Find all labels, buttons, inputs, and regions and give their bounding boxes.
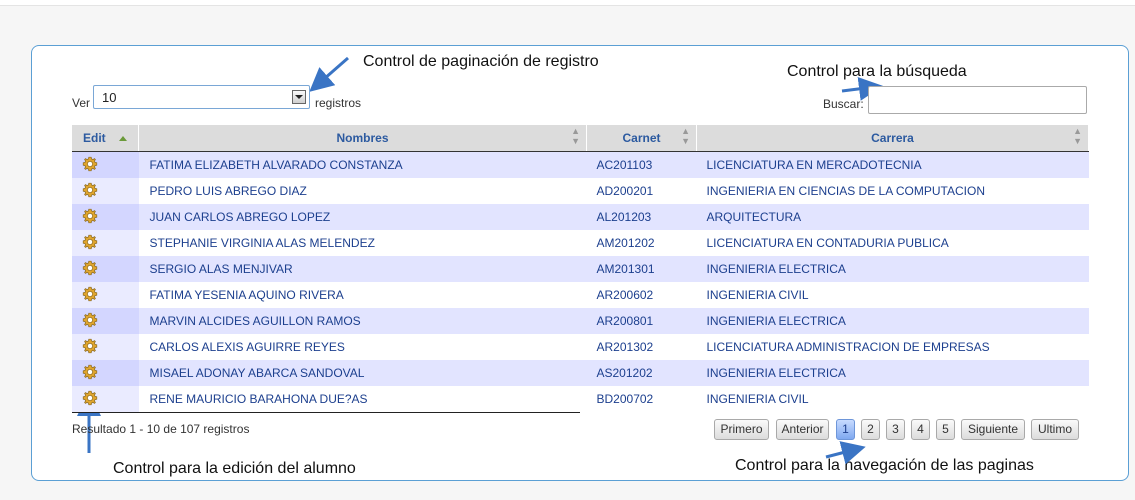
table-row: PEDRO LUIS ABREGO DIAZ AD200201 INGENIERIA… xyxy=(72,178,1089,204)
search-label: Buscar: xyxy=(823,97,864,111)
gear-icon[interactable] xyxy=(81,285,99,306)
cell-carrera: INGENIERIA CIVIL xyxy=(696,282,1089,308)
cell-nombre: STEPHANIE VIRGINIA ALAS MELENDEZ xyxy=(138,230,587,256)
table-row: FATIMA YESENIA AQUINO RIVERA AR200602 INGE… xyxy=(72,282,1089,308)
table-bottom-border xyxy=(72,412,580,413)
cell-carrera: INGENIERIA ELECTRICA xyxy=(696,308,1089,334)
pagination-page-button[interactable]: 4 xyxy=(911,419,930,440)
chevron-down-icon[interactable] xyxy=(292,90,306,104)
column-header-nombres-label: Nombres xyxy=(336,131,389,145)
pagination-first-button[interactable]: Primero xyxy=(714,419,769,440)
column-header-carnet[interactable]: Carnet ▲ ▼ xyxy=(586,125,697,152)
table-row: RENE MAURICIO BARAHONA DUE?AS BD200702 ING… xyxy=(72,386,1089,412)
students-table: Edit Nombres ▲ ▼ Carnet ▲ ▼ Carrera ▲ ▼ FAT… xyxy=(72,125,1089,412)
edit-cell xyxy=(72,282,139,308)
gear-icon[interactable] xyxy=(81,207,99,228)
table-row: CARLOS ALEXIS AGUIRRE REYES AR201302 LICEN… xyxy=(72,334,1089,360)
edit-cell xyxy=(72,308,139,334)
cell-nombre: FATIMA YESENIA AQUINO RIVERA xyxy=(138,282,587,308)
records-per-page-value: 10 xyxy=(102,90,117,105)
column-header-carrera-label: Carrera xyxy=(871,131,914,145)
cell-carnet: AR201302 xyxy=(586,334,697,360)
gear-icon[interactable] xyxy=(81,363,99,384)
gear-icon[interactable] xyxy=(81,181,99,202)
cell-nombre: MISAEL ADONAY ABARCA SANDOVAL xyxy=(138,360,587,386)
cell-carnet: AS201202 xyxy=(586,360,697,386)
pagination-last-button[interactable]: Ultimo xyxy=(1031,419,1079,440)
cell-carrera: INGENIERIA EN CIENCIAS DE LA COMPUTACION xyxy=(696,178,1089,204)
cell-carnet: AR200602 xyxy=(586,282,697,308)
edit-cell xyxy=(72,178,139,204)
edit-cell xyxy=(72,204,139,230)
edit-cell xyxy=(72,386,139,412)
table-row: STEPHANIE VIRGINIA ALAS MELENDEZ AM201202… xyxy=(72,230,1089,256)
cell-carrera: INGENIERIA ELECTRICA xyxy=(696,256,1089,282)
table-row: MISAEL ADONAY ABARCA SANDOVAL AS201202 ING… xyxy=(72,360,1089,386)
records-per-page-select[interactable]: 10 xyxy=(93,85,310,109)
cell-nombre: PEDRO LUIS ABREGO DIAZ xyxy=(138,178,587,204)
pagination-page-button[interactable]: 1 xyxy=(836,419,855,440)
cell-carnet: AC201103 xyxy=(586,151,697,178)
pagination-page-button[interactable]: 2 xyxy=(861,419,880,440)
gear-icon[interactable] xyxy=(81,259,99,280)
arrow-to-pagination xyxy=(825,441,866,465)
cell-carrera: INGENIERIA ELECTRICA xyxy=(696,360,1089,386)
edit-cell xyxy=(72,360,139,386)
column-header-carrera[interactable]: Carrera ▲ ▼ xyxy=(696,125,1089,152)
sort-both-icon: ▲ ▼ xyxy=(571,126,580,146)
gear-icon[interactable] xyxy=(81,311,99,332)
cell-nombre: FATIMA ELIZABETH ALVARADO CONSTANZA xyxy=(138,151,587,178)
cell-nombre: MARVIN ALCIDES AGUILLON RAMOS xyxy=(138,308,587,334)
pagination-page-button[interactable]: 5 xyxy=(936,419,955,440)
gear-icon[interactable] xyxy=(81,337,99,358)
edit-cell xyxy=(72,230,139,256)
cell-nombre: SERGIO ALAS MENJIVAR xyxy=(138,256,587,282)
cell-carrera: LICENCIATURA EN CONTADURIA PUBLICA xyxy=(696,230,1089,256)
sort-ascending-icon xyxy=(119,136,127,142)
sort-both-icon: ▲ ▼ xyxy=(1073,126,1082,146)
column-header-nombres[interactable]: Nombres ▲ ▼ xyxy=(138,125,587,152)
edit-cell xyxy=(72,256,139,282)
cell-carnet: AL201203 xyxy=(586,204,697,230)
gear-icon[interactable] xyxy=(81,155,99,176)
pagination-next-button[interactable]: Siguiente xyxy=(961,419,1025,440)
length-suffix-label: registros xyxy=(315,96,362,110)
sort-both-icon: ▲ ▼ xyxy=(681,126,690,146)
gear-icon[interactable] xyxy=(81,389,99,410)
edit-cell xyxy=(72,151,139,178)
table-body: FATIMA ELIZABETH ALVARADO CONSTANZA AC201… xyxy=(72,151,1089,412)
length-prefix-label: Ver xyxy=(72,96,91,110)
table-row: SERGIO ALAS MENJIVAR AM201301 INGENIERIA E… xyxy=(72,256,1089,282)
cell-carnet: AR200801 xyxy=(586,308,697,334)
column-header-carnet-label: Carnet xyxy=(622,131,661,145)
cell-carrera: LICENCIATURA EN MERCADOTECNIA xyxy=(696,151,1089,178)
table-row: FATIMA ELIZABETH ALVARADO CONSTANZA AC201… xyxy=(72,151,1089,178)
cell-carnet: AM201202 xyxy=(586,230,697,256)
cell-carnet: BD200702 xyxy=(586,386,697,412)
gear-icon[interactable] xyxy=(81,233,99,254)
pagination-page-button[interactable]: 3 xyxy=(886,419,905,440)
pagination-previous-button[interactable]: Anterior xyxy=(776,419,829,440)
cell-carnet: AD200201 xyxy=(586,178,697,204)
cell-carrera: INGENIERIA CIVIL xyxy=(696,386,1089,412)
cell-nombre: CARLOS ALEXIS AGUIRRE REYES xyxy=(138,334,587,360)
cell-carrera: LICENCIATURA ADMINISTRACION DE EMPRESAS xyxy=(696,334,1089,360)
cell-carrera: ARQUITECTURA xyxy=(696,204,1089,230)
table-info: Resultado 1 - 10 de 107 registros xyxy=(72,422,250,436)
column-header-edit[interactable]: Edit xyxy=(72,125,139,152)
table-row: MARVIN ALCIDES AGUILLON RAMOS AR200801 ING… xyxy=(72,308,1089,334)
search-input[interactable] xyxy=(868,86,1087,114)
edit-cell xyxy=(72,334,139,360)
table-row: JUAN CARLOS ABREGO LOPEZ AL201203 ARQUITEC… xyxy=(72,204,1089,230)
column-header-edit-label: Edit xyxy=(82,131,106,145)
arrow-to-length-select xyxy=(309,56,349,92)
cell-nombre: RENE MAURICIO BARAHONA DUE?AS xyxy=(138,386,587,412)
cell-nombre: JUAN CARLOS ABREGO LOPEZ xyxy=(138,204,587,230)
cell-carnet: AM201301 xyxy=(586,256,697,282)
